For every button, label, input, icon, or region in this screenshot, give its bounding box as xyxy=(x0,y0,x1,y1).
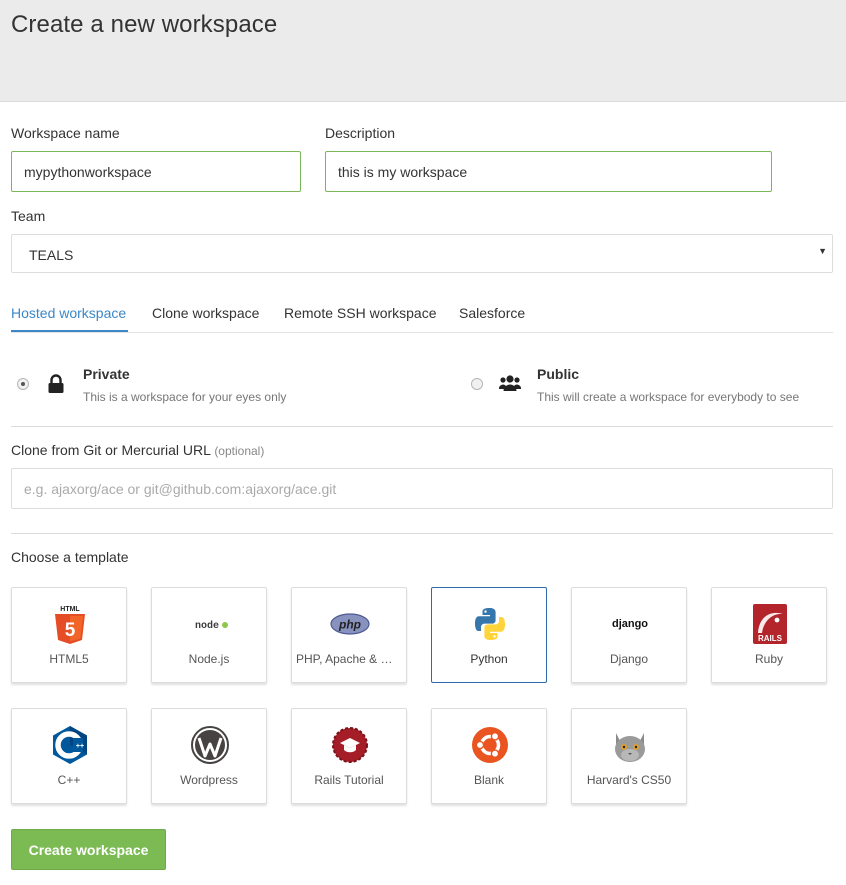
lock-icon xyxy=(48,374,64,393)
template-harvard-cs50[interactable]: Harvard's CS50 xyxy=(571,708,687,804)
template-php[interactable]: php PHP, Apache & MySQL xyxy=(291,587,407,683)
clone-url-label: Clone from Git or Mercurial URL (optiona… xyxy=(11,442,264,458)
template-label: Blank xyxy=(473,773,505,787)
php-logo-text: php xyxy=(338,618,361,632)
template-rails-tutorial[interactable]: Rails Tutorial xyxy=(291,708,407,804)
divider xyxy=(11,533,833,534)
template-label: Python xyxy=(470,652,508,666)
cat-icon xyxy=(615,733,645,762)
template-label: Django xyxy=(609,652,649,666)
wordpress-icon xyxy=(191,726,229,764)
tab-clone-workspace[interactable]: Clone workspace xyxy=(152,305,259,321)
ubuntu-icon xyxy=(472,727,508,763)
tab-hosted-workspace[interactable]: Hosted workspace xyxy=(11,305,126,321)
template-label: HTML5 xyxy=(49,652,89,666)
template-label: C++ xyxy=(57,773,81,787)
template-html5[interactable]: HTML 5 HTML5 xyxy=(11,587,127,683)
template-label: Harvard's CS50 xyxy=(586,773,672,787)
team-select-value: TEALS xyxy=(29,247,74,263)
private-radio[interactable] xyxy=(17,378,29,390)
page-header: Create a new workspace xyxy=(0,0,846,102)
page-title: Create a new workspace xyxy=(11,11,278,38)
template-ruby[interactable]: RAILS Ruby xyxy=(711,587,827,683)
workspace-name-input[interactable] xyxy=(11,151,301,192)
template-wordpress[interactable]: Wordpress xyxy=(151,708,267,804)
html5-logo-text: HTML xyxy=(60,606,80,613)
html5-icon: HTML 5 xyxy=(55,606,85,644)
users-icon xyxy=(499,375,521,391)
optional-hint: (optional) xyxy=(214,444,265,458)
template-label: Rails Tutorial xyxy=(314,773,384,787)
html5-logo-number: 5 xyxy=(65,620,76,641)
clone-url-label-text: Clone from Git or Mercurial URL xyxy=(11,442,211,458)
team-select[interactable]: TEALS ▼ xyxy=(11,234,833,273)
public-description: This will create a workspace for everybo… xyxy=(537,390,800,404)
active-tab-indicator xyxy=(11,330,128,332)
cpp-icon: ++ xyxy=(53,726,87,764)
nodejs-icon: node xyxy=(195,620,228,632)
template-label: PHP, Apache & MySQL xyxy=(296,652,402,666)
template-label: Node.js xyxy=(188,652,230,666)
create-workspace-button[interactable]: Create workspace xyxy=(11,829,166,870)
template-nodejs[interactable]: node Node.js xyxy=(151,587,267,683)
svg-text:++: ++ xyxy=(76,743,84,750)
php-icon: php xyxy=(330,613,370,635)
template-django[interactable]: django Django xyxy=(571,587,687,683)
team-label: Team xyxy=(11,208,46,224)
template-label: Wordpress xyxy=(180,773,238,787)
workspace-type-tabs: Hosted workspace Clone workspace Remote … xyxy=(11,300,833,333)
python-icon xyxy=(475,608,505,640)
clone-url-input[interactable] xyxy=(11,468,833,509)
private-description: This is a workspace for your eyes only xyxy=(83,390,287,404)
public-title: Public xyxy=(537,366,580,382)
public-radio[interactable] xyxy=(471,378,483,390)
workspace-name-label: Workspace name xyxy=(11,125,120,141)
caret-down-icon: ▼ xyxy=(818,246,827,256)
description-label: Description xyxy=(325,125,396,141)
django-icon: django xyxy=(612,618,648,630)
private-title: Private xyxy=(83,366,130,382)
template-cpp[interactable]: ++ C++ xyxy=(11,708,127,804)
nodejs-logo-text: node xyxy=(195,620,219,632)
rails-icon: RAILS xyxy=(753,604,787,644)
rails-logo-text: RAILS xyxy=(758,634,783,643)
template-label: Ruby xyxy=(754,652,783,666)
template-blank[interactable]: Blank xyxy=(431,708,547,804)
django-logo-text: django xyxy=(612,618,648,630)
divider xyxy=(11,426,833,427)
tab-salesforce[interactable]: Salesforce xyxy=(459,305,525,321)
template-heading: Choose a template xyxy=(11,549,129,565)
rails-tutorial-icon xyxy=(332,727,368,763)
tab-remote-ssh-workspace[interactable]: Remote SSH workspace xyxy=(284,305,437,321)
template-python[interactable]: Python xyxy=(431,587,547,683)
description-input[interactable] xyxy=(325,151,772,192)
